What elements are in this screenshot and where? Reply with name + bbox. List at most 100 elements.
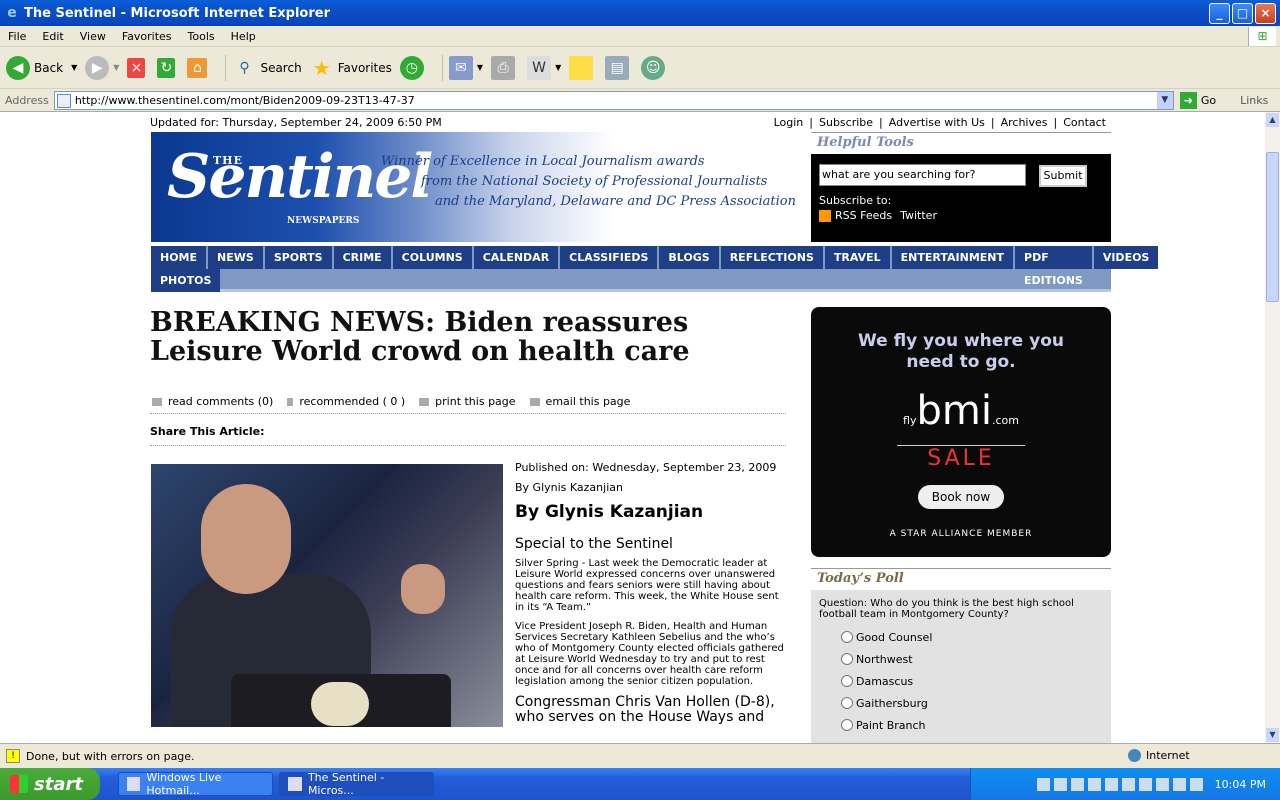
read-comments-link[interactable]: read comments (0) bbox=[168, 395, 273, 408]
twitter-link[interactable]: Twitter bbox=[900, 209, 937, 222]
tray-icon[interactable] bbox=[1036, 777, 1050, 791]
menu-view[interactable]: View bbox=[72, 30, 114, 43]
print-button[interactable]: ⎙ bbox=[491, 55, 519, 80]
warning-icon[interactable]: ! bbox=[6, 749, 20, 763]
print-link[interactable]: print this page bbox=[435, 395, 515, 408]
close-button[interactable]: × bbox=[1255, 3, 1276, 24]
status-text: Done, but with errors on page. bbox=[26, 749, 195, 763]
task-hotmail[interactable]: Windows Live Hotmail... bbox=[118, 771, 273, 797]
mail-button[interactable]: ✉ ▼ bbox=[448, 55, 483, 80]
poll-option[interactable]: Damascus bbox=[819, 670, 1103, 692]
mail-icon: ✉ bbox=[448, 55, 473, 80]
search-input[interactable]: what are you searching for? bbox=[819, 164, 1026, 186]
discuss-button[interactable] bbox=[569, 55, 597, 80]
network-icon[interactable] bbox=[1104, 777, 1118, 791]
poll-option[interactable]: Gaithersburg bbox=[819, 692, 1103, 714]
submit-button[interactable]: Submit bbox=[1039, 165, 1087, 187]
nav-news[interactable]: NEWS bbox=[208, 246, 263, 269]
byline: By Glynis Kazanjian bbox=[515, 502, 704, 522]
task-sentinel[interactable]: The Sentinel - Micros... bbox=[279, 771, 434, 797]
scroll-down-arrow[interactable]: ▼ bbox=[1266, 728, 1279, 742]
history-icon: ◷ bbox=[399, 55, 424, 80]
poll-option[interactable]: Northwest bbox=[819, 648, 1103, 670]
history-button[interactable]: ◷ bbox=[399, 55, 428, 80]
menu-file[interactable]: File bbox=[0, 30, 34, 43]
tray-icon[interactable] bbox=[1087, 777, 1101, 791]
address-field[interactable]: http://www.thesentinel.com/mont/Biden200… bbox=[53, 91, 1174, 110]
toolbar: ◀ Back ▼ ▶ ▼ × ↻ ⌂ ⚲ Search ★ Favorites ◷ ✉ ▼ … bbox=[0, 47, 1280, 89]
scroll-thumb[interactable] bbox=[1266, 152, 1279, 302]
presidential-seal bbox=[311, 682, 369, 726]
menu-favorites[interactable]: Favorites bbox=[114, 30, 180, 43]
nav-videos[interactable]: VIDEOS bbox=[1093, 246, 1159, 269]
radio-button[interactable] bbox=[841, 653, 853, 665]
research-button[interactable]: ▤ bbox=[605, 55, 633, 80]
tray-icon[interactable] bbox=[1155, 777, 1169, 791]
bmi-advertisement[interactable]: We fly you where you need to go. flybmi.c… bbox=[811, 307, 1111, 557]
go-button[interactable]: ➜ Go bbox=[1179, 92, 1216, 109]
vertical-scrollbar[interactable]: ▲ ▼ bbox=[1265, 112, 1280, 743]
book-now-button[interactable]: Book now bbox=[918, 485, 1004, 509]
signal-icon[interactable] bbox=[1121, 777, 1135, 791]
stop-button[interactable]: × bbox=[127, 57, 149, 78]
edit-button[interactable]: W ▼ bbox=[527, 55, 561, 80]
address-dropdown[interactable]: ▼ bbox=[1156, 92, 1173, 109]
contact-link[interactable]: Contact bbox=[1057, 116, 1112, 129]
messenger-button[interactable]: ☺ bbox=[641, 55, 669, 80]
scroll-up-arrow[interactable]: ▲ bbox=[1266, 113, 1279, 127]
radio-button[interactable] bbox=[841, 697, 853, 709]
security-icon[interactable] bbox=[1189, 777, 1203, 791]
paragraph: Congressman Chris Van Hollen (D-8), who … bbox=[515, 694, 775, 725]
bluetooth-icon[interactable] bbox=[1138, 777, 1152, 791]
nav-photos[interactable]: PHOTOS bbox=[151, 269, 221, 292]
subscribe-link[interactable]: Subscribe bbox=[813, 116, 879, 129]
nav-pdf-editions[interactable]: PDF EDITIONS bbox=[1015, 246, 1092, 287]
maximize-button[interactable]: □ bbox=[1232, 3, 1253, 24]
forward-button[interactable]: ▶ ▼ bbox=[85, 55, 119, 80]
nav-home[interactable]: HOME bbox=[151, 246, 207, 269]
start-button[interactable]: start bbox=[0, 768, 100, 800]
volume-icon[interactable] bbox=[1172, 777, 1186, 791]
radio-button[interactable] bbox=[841, 675, 853, 687]
radio-button[interactable] bbox=[841, 631, 853, 643]
nav-entertainment[interactable]: ENTERTAINMENT bbox=[891, 246, 1014, 269]
tray-icon[interactable] bbox=[1053, 777, 1067, 791]
search-button[interactable]: ⚲ Search bbox=[232, 56, 301, 80]
windows-logo-icon: ⊞ bbox=[1248, 27, 1276, 46]
rss-link[interactable]: RSS Feeds bbox=[835, 209, 892, 222]
nav-reflections[interactable]: REFLECTIONS bbox=[720, 246, 823, 269]
nav-blogs[interactable]: BLOGS bbox=[659, 246, 719, 269]
menu-help[interactable]: Help bbox=[223, 30, 264, 43]
clock[interactable]: 10:04 PM bbox=[1215, 778, 1266, 791]
nav-travel[interactable]: TRAVEL bbox=[824, 246, 890, 269]
nav-sports[interactable]: SPORTS bbox=[264, 246, 332, 269]
links-button[interactable]: Links bbox=[1240, 94, 1268, 107]
globe-icon bbox=[1128, 749, 1141, 762]
refresh-button[interactable]: ↻ bbox=[157, 57, 179, 78]
favorites-button[interactable]: ★ Favorites bbox=[310, 56, 392, 80]
helpful-tools: Helpful Tools what are you searching for… bbox=[811, 132, 1111, 242]
home-button[interactable]: ⌂ bbox=[187, 57, 211, 78]
menu-edit[interactable]: Edit bbox=[34, 30, 71, 43]
menu-tools[interactable]: Tools bbox=[180, 30, 223, 43]
back-button[interactable]: ◀ Back ▼ bbox=[6, 55, 77, 80]
poll-option[interactable]: Paint Branch bbox=[819, 714, 1103, 736]
minimize-button[interactable]: _ bbox=[1209, 3, 1230, 24]
todays-poll: Today’s Poll Question: Who do you think … bbox=[811, 568, 1111, 743]
tray-icon[interactable] bbox=[1070, 777, 1084, 791]
nav-classifieds[interactable]: CLASSIFIEDS bbox=[560, 246, 658, 269]
recommended-link[interactable]: recommended ( 0 ) bbox=[299, 395, 405, 408]
site-banner[interactable]: THE Sentinel NEWSPAPERS Winner of Excell… bbox=[151, 132, 811, 242]
nav-columns[interactable]: COLUMNS bbox=[392, 246, 472, 269]
radio-button[interactable] bbox=[841, 719, 853, 731]
archives-link[interactable]: Archives bbox=[995, 116, 1054, 129]
login-link[interactable]: Login bbox=[768, 116, 810, 129]
nav-calendar[interactable]: CALENDAR bbox=[473, 246, 559, 269]
advertise-link[interactable]: Advertise with Us bbox=[883, 116, 991, 129]
poll-option[interactable]: Good Counsel bbox=[819, 626, 1103, 648]
byline-small: By Glynis Kazanjian bbox=[515, 481, 623, 494]
email-link[interactable]: email this page bbox=[546, 395, 631, 408]
article-tools: read comments (0) recommended ( 0 ) prin… bbox=[150, 390, 786, 414]
nav-crime[interactable]: CRIME bbox=[333, 246, 391, 269]
menu-bar: File Edit View Favorites Tools Help ⊞ bbox=[0, 26, 1280, 47]
